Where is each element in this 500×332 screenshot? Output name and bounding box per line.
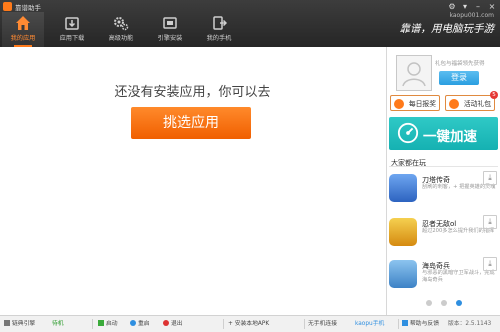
login-button[interactable]: 登录 (439, 71, 479, 85)
nav-label: 应用下载 (59, 35, 85, 42)
help-icon (402, 320, 408, 326)
gift-icon (449, 99, 459, 109)
download-icon[interactable]: ⤓ (483, 171, 497, 185)
divider (389, 166, 498, 167)
nav-advanced[interactable]: 高级功能 (100, 12, 142, 47)
engine-label: 链典引擎 (4, 316, 35, 332)
game-icon (389, 218, 417, 246)
start-button[interactable]: 启动 (98, 316, 118, 332)
play-icon (98, 320, 104, 326)
help-feedback-link[interactable]: 帮助与反馈 (402, 316, 439, 332)
nav-label: 高级功能 (108, 35, 134, 42)
nav-label: 我的应用 (10, 35, 36, 42)
minimize-button[interactable]: – (472, 2, 484, 12)
gears-icon (114, 17, 129, 31)
phone-brand-link[interactable]: kaopu手机 (355, 316, 384, 332)
activity-gift-button[interactable]: 活动礼包 5 (445, 91, 498, 111)
carousel-dots (387, 299, 500, 308)
status-bar: 链典引擎 待机 启动 重启 退出 + 安装本地APK 无手机连接 kaopu手机… (0, 315, 500, 332)
game-desc: 与邪恶的黑暗守卫军战斗，完成海岛奇兵 (422, 270, 495, 283)
game-desc: 刮刷的刺客，+ 把握英雄的灵魂 (422, 184, 496, 190)
divider (92, 319, 93, 329)
speedometer-icon (397, 122, 419, 144)
engine-icon (4, 320, 10, 326)
exit-icon (163, 320, 169, 326)
app-logo-icon (3, 2, 12, 11)
list-item[interactable]: 刀塔传奇 刮刷的刺客，+ 把握英雄的灵魂 ⤓ (389, 171, 497, 213)
download-icon[interactable]: ⤓ (483, 257, 497, 271)
avatar[interactable] (396, 55, 432, 91)
nav-engine-install[interactable]: 引擎安装 (149, 12, 191, 47)
activity-gift-label: 活动礼包 (463, 100, 491, 108)
brand-area: kaopu001.com 靠谱，用电脑玩手游 (400, 12, 495, 36)
phone-status[interactable]: 无手机连接 (308, 316, 337, 332)
nav-my-phone[interactable]: 我的手机 (198, 12, 240, 47)
carousel-dot[interactable] (441, 300, 447, 306)
game-icon (389, 260, 417, 288)
nav-label: 我的手机 (206, 35, 232, 42)
sidebar: 礼包与福袋领先获得 登录 每日报奖 活动礼包 5 一键加速 大家都在玩 刀塔传奇… (386, 47, 500, 315)
download-icon[interactable]: ⤓ (483, 215, 497, 229)
brand-slogan: 靠谱，用电脑玩手游 (399, 23, 495, 35)
download-box-icon (65, 17, 79, 30)
version-label: 版本：2.5.1143 (448, 321, 492, 327)
carousel-dot[interactable] (426, 300, 433, 306)
nav-app-download[interactable]: 应用下载 (51, 12, 93, 47)
restart-icon (130, 320, 136, 326)
login-hint: 礼包与福袋领先获得 (435, 61, 485, 67)
engine-status: 待机 (52, 321, 64, 327)
install-apk-button[interactable]: + 安装本地APK (228, 316, 269, 332)
app-title: 靠谱助手 (15, 4, 41, 12)
pick-apps-button[interactable]: 挑选应用 (131, 107, 251, 139)
accelerate-label: 一键加速 (423, 129, 477, 145)
list-item[interactable]: 忍者无敌ol 超过200多怎么提升我们的指挥 ⤓ (389, 215, 497, 257)
game-desc: 超过200多怎么提升我们的指挥 (422, 228, 495, 234)
nav-label: 引擎安装 (157, 35, 183, 42)
header-bar: 靠谱助手 ⚙ ▾ – × 我的应用 应用下载 高级功能 引擎安装 我的手机 ka… (0, 0, 500, 47)
close-button[interactable]: × (486, 2, 498, 12)
accelerate-button[interactable]: 一键加速 (389, 117, 498, 150)
main-content: 还没有安装应用，你可以去 挑选应用 (0, 47, 385, 315)
menu-dropdown-icon[interactable]: ▾ (459, 2, 471, 12)
daily-sign-label: 每日报奖 (408, 100, 436, 108)
game-icon (389, 174, 417, 202)
nav-my-apps[interactable]: 我的应用 (2, 12, 44, 47)
notification-badge: 5 (490, 91, 498, 99)
user-avatar-icon (402, 62, 426, 87)
divider (223, 319, 224, 329)
home-icon (16, 16, 30, 30)
list-item[interactable]: 海岛奇兵 与邪恶的黑暗守卫军战斗，完成海岛奇兵 ⤓ (389, 257, 497, 299)
restart-button[interactable]: 重启 (130, 316, 150, 332)
divider (304, 319, 305, 329)
sign-in-icon (394, 99, 404, 109)
exit-button[interactable]: 退出 (163, 316, 183, 332)
brand-url: kaopu001.com (449, 12, 494, 19)
settings-icon[interactable]: ⚙ (446, 2, 458, 12)
carousel-dot-active[interactable] (455, 300, 462, 306)
phone-exit-icon (213, 16, 227, 30)
daily-sign-button[interactable]: 每日报奖 (390, 95, 440, 111)
divider (398, 319, 399, 329)
empty-message: 还没有安装应用，你可以去 (114, 85, 271, 100)
engine-install-icon (163, 17, 177, 29)
